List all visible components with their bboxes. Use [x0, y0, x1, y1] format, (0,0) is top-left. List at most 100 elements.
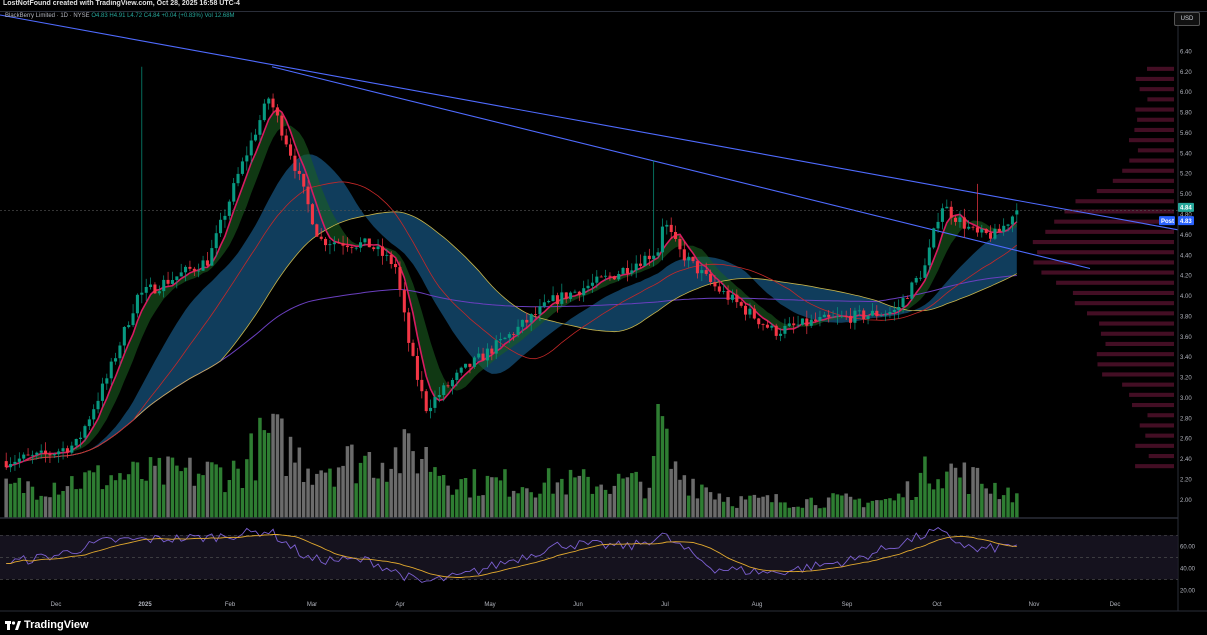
- candle-body: [529, 314, 533, 323]
- volume-bar: [210, 462, 214, 518]
- volume-profile-bar: [1074, 301, 1174, 306]
- volume-profile-bar: [1134, 127, 1174, 132]
- volume-profile-bar: [1135, 76, 1174, 81]
- post-tag-label: Post: [1161, 219, 1174, 225]
- volume-bar: [297, 447, 302, 518]
- candle-body: [560, 292, 564, 304]
- volume-bar: [551, 493, 555, 518]
- volume-bar: [140, 479, 144, 518]
- candle-body: [748, 308, 752, 315]
- volume-bar: [161, 484, 166, 518]
- volume-bar: [752, 494, 757, 518]
- volume-bar: [686, 495, 691, 518]
- rsi-tick-label: 40.00: [1180, 566, 1196, 572]
- volume-bar: [673, 461, 678, 518]
- volume-bar: [74, 489, 78, 518]
- price-tick-label: 5.40: [1180, 151, 1192, 157]
- currency-button[interactable]: USD: [1174, 12, 1200, 26]
- candle-body: [135, 294, 139, 314]
- volume-bar: [26, 481, 30, 518]
- candle-body: [464, 363, 468, 368]
- volume-bar: [306, 468, 310, 518]
- volume-bar: [953, 467, 958, 518]
- volume-bar: [682, 475, 687, 518]
- candle-body: [1006, 224, 1010, 226]
- candle-body: [310, 204, 314, 225]
- volume-bar: [363, 455, 367, 518]
- candle-body: [577, 291, 581, 296]
- volume-bar: [573, 477, 577, 518]
- candle-body: [363, 238, 367, 243]
- volume-bar: [43, 496, 48, 518]
- time-tick-label: Oct: [932, 602, 942, 608]
- volume-profile-bar: [1147, 413, 1174, 418]
- volume-profile-bar: [1045, 229, 1174, 234]
- volume-bar: [765, 495, 770, 518]
- volume-bar: [616, 473, 621, 518]
- volume-bar: [599, 484, 603, 518]
- volume-bar: [144, 480, 148, 518]
- volume-bar: [809, 497, 813, 518]
- candle-body: [153, 284, 157, 294]
- volume-profile-bar: [1137, 117, 1174, 122]
- candle-body: [827, 314, 831, 317]
- candle-body: [652, 255, 656, 260]
- price-tick-label: 2.80: [1180, 416, 1192, 422]
- candle-body: [569, 292, 573, 299]
- volume-bar: [651, 456, 656, 518]
- candle-body: [201, 260, 205, 271]
- tradingview-brand[interactable]: TradingView: [5, 619, 89, 631]
- candle-body: [905, 298, 909, 299]
- volume-bar: [332, 486, 337, 518]
- open-value: O4.83: [91, 13, 108, 19]
- candle-body: [271, 98, 275, 108]
- volume-bar: [568, 469, 573, 518]
- candle-body: [936, 221, 940, 229]
- price-chart[interactable]: 6.406.206.005.805.605.405.205.004.804.60…: [0, 0, 1207, 615]
- candle-body: [840, 315, 844, 317]
- candle-body: [114, 358, 118, 362]
- candle-body: [306, 186, 310, 205]
- candle-body: [44, 450, 48, 455]
- candle-body: [455, 372, 459, 380]
- candle-body: [757, 318, 761, 325]
- volume-bar: [459, 479, 463, 518]
- volume-bar: [415, 473, 420, 518]
- candle-body: [709, 273, 713, 282]
- time-axis[interactable]: Dec 2025 Feb Mar Apr May Jun Jul Aug Sep Oct Nov Dec: [51, 602, 1121, 608]
- candle-body: [516, 326, 520, 335]
- volume-bar: [761, 496, 765, 518]
- candle-body: [289, 144, 293, 156]
- candle-body: [787, 323, 791, 326]
- candle-body: [481, 353, 485, 361]
- candle-body: [79, 437, 83, 439]
- symbol-legend[interactable]: BlackBerry Limited · 1D · NYSE O4.83 H4.…: [5, 13, 235, 19]
- candle-body: [752, 308, 756, 319]
- volume-bar: [678, 479, 682, 518]
- candle-body: [459, 367, 463, 373]
- price-tick-label: 4.60: [1180, 233, 1192, 239]
- close-value: C4.84: [143, 13, 160, 19]
- volume-bar: [805, 499, 809, 518]
- volume-bar: [231, 460, 236, 518]
- candle-body: [967, 226, 971, 229]
- volume-bar: [205, 461, 210, 518]
- volume-profile-bar: [1147, 97, 1174, 102]
- volume-bar: [13, 482, 17, 518]
- candle-body: [48, 454, 52, 456]
- volume-profile-bar: [1139, 423, 1174, 428]
- price-tick-label: 3.40: [1180, 355, 1192, 361]
- candle-body: [367, 238, 371, 248]
- volume-bar: [656, 404, 660, 518]
- volume-bar: [896, 493, 901, 518]
- candle-body: [945, 206, 949, 209]
- volume-bar: [778, 502, 783, 518]
- volume-bar: [914, 497, 918, 518]
- volume-bar: [901, 497, 905, 518]
- volume-bar: [743, 499, 748, 518]
- volume-profile-bar: [1132, 403, 1174, 408]
- candle-body: [849, 315, 853, 323]
- candle-body: [319, 236, 323, 239]
- volume-bar: [258, 417, 262, 518]
- volume-bar: [638, 481, 643, 518]
